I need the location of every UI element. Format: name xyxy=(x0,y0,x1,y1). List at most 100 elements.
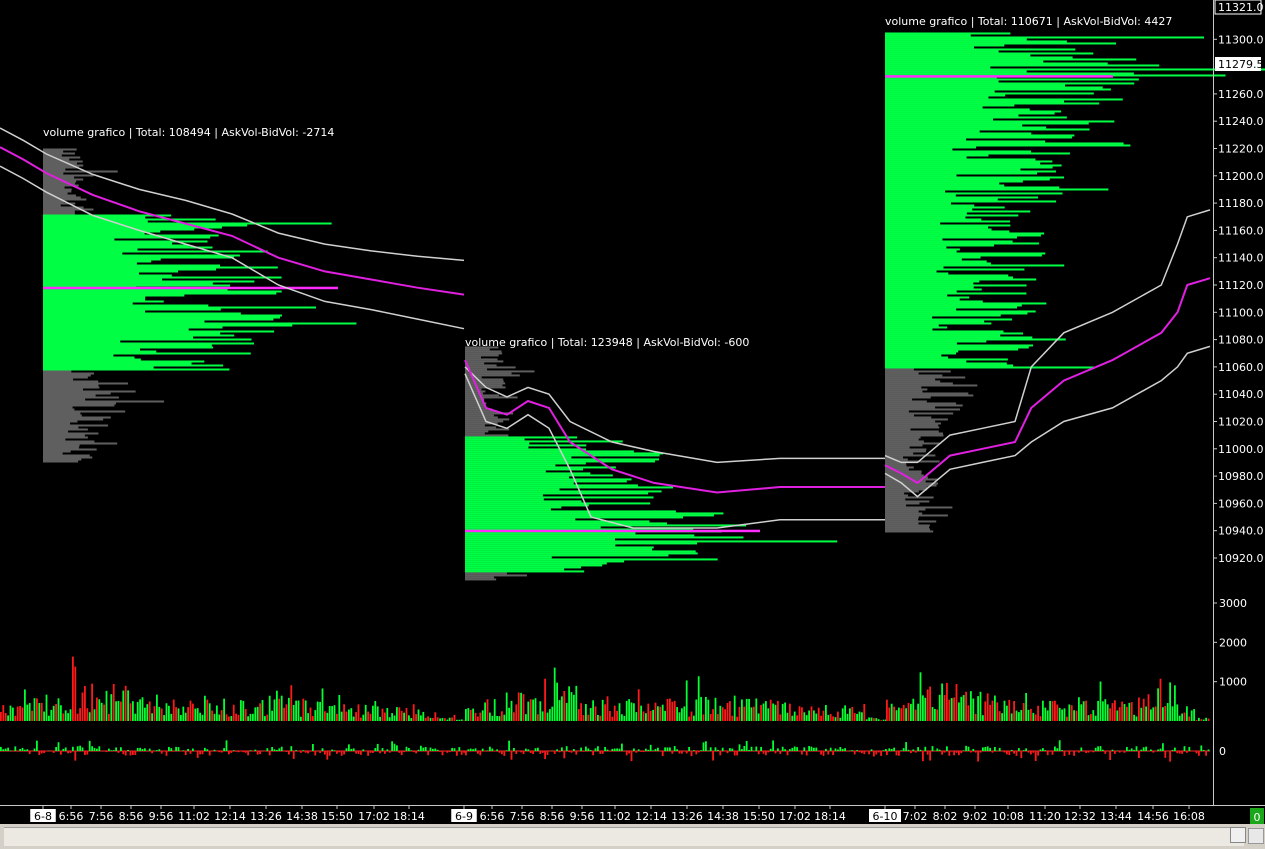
profile-row xyxy=(885,86,1103,89)
poc-line xyxy=(43,286,338,290)
time-tick-label: 6-9 xyxy=(455,810,473,823)
profile-row xyxy=(465,512,724,515)
profile-row xyxy=(43,434,85,437)
volume-bar xyxy=(931,706,934,721)
profile-row xyxy=(885,124,1023,127)
volume-bar xyxy=(1102,701,1104,721)
volume-bar xyxy=(613,705,616,721)
delta-bar xyxy=(748,750,750,751)
profile-row xyxy=(465,354,499,357)
delta-bar xyxy=(1082,751,1085,752)
delta-bar xyxy=(637,749,640,751)
delta-bar xyxy=(1056,748,1059,751)
delta-bar xyxy=(946,746,948,751)
profile-row xyxy=(885,178,1050,181)
volume-bar xyxy=(919,672,922,721)
delta-bar xyxy=(1018,748,1020,751)
profile-row xyxy=(43,424,108,427)
delta-bar xyxy=(300,751,302,753)
volume-bar xyxy=(621,714,623,721)
delta-bar xyxy=(781,746,784,751)
profile-row xyxy=(43,320,205,323)
profile-row xyxy=(885,342,957,345)
time-tick-label: 14:38 xyxy=(707,810,739,823)
profile-row xyxy=(43,278,163,281)
profile-row xyxy=(885,286,974,289)
delta-bar xyxy=(1015,751,1018,756)
delta-bar xyxy=(570,751,573,753)
profile-row xyxy=(43,236,211,239)
profile-row xyxy=(43,400,165,403)
delta-bar xyxy=(870,749,873,751)
market-profile-chart[interactable]: volume grafico | Total: 108494 | AskVol-… xyxy=(0,0,1265,824)
volume-bar xyxy=(412,704,415,721)
volume-bar xyxy=(654,702,657,721)
time-tick-label: 6-8 xyxy=(34,810,52,823)
profile-row xyxy=(43,318,274,321)
time-tick-label: 8:56 xyxy=(119,810,144,823)
profile-row xyxy=(885,140,1046,143)
time-tick-label: 18:14 xyxy=(393,810,425,823)
profile-row xyxy=(43,304,209,307)
profile-row xyxy=(885,132,1032,135)
profile-row xyxy=(43,266,278,269)
volume-bar xyxy=(163,715,165,721)
delta-bar xyxy=(613,748,616,751)
volume-bar xyxy=(153,706,156,721)
scrollbar-thumb[interactable] xyxy=(1230,827,1246,843)
profile-row xyxy=(885,304,1022,307)
profile-row xyxy=(885,120,1115,123)
volume-bar xyxy=(1099,681,1102,721)
volume-bar xyxy=(841,708,844,721)
volume-bar xyxy=(156,694,158,721)
delta-bar xyxy=(1051,751,1054,755)
delta-bar xyxy=(829,747,832,751)
delta-bar xyxy=(1181,751,1183,754)
volume-bar xyxy=(343,704,345,721)
volume-bar xyxy=(1075,710,1078,721)
delta-bar xyxy=(456,751,458,756)
profile-row xyxy=(885,356,949,359)
profile-row xyxy=(465,534,695,537)
volume-bar xyxy=(501,711,503,721)
delta-bar xyxy=(436,749,439,751)
profile-row xyxy=(885,344,1034,347)
profile-row xyxy=(465,488,560,491)
volume-bar xyxy=(1078,697,1080,721)
horizontal-scrollbar[interactable] xyxy=(0,824,1265,849)
profile-row xyxy=(885,470,922,473)
volume-bar xyxy=(436,717,439,721)
volume-bar xyxy=(458,719,461,721)
volume-bar xyxy=(539,701,542,721)
delta-bar xyxy=(201,751,204,755)
volume-bar xyxy=(7,715,9,721)
volume-bar xyxy=(1061,709,1063,721)
profile-row xyxy=(885,288,982,291)
volume-bar xyxy=(26,704,29,721)
volume-bar xyxy=(1066,716,1068,721)
delta-bar xyxy=(1157,749,1159,751)
price-tick-label: 10980.0 xyxy=(1218,470,1264,483)
price-tick-label: 11140.0 xyxy=(1218,252,1264,265)
volume-bar xyxy=(295,700,297,721)
profile-row xyxy=(465,570,585,573)
profile-row xyxy=(885,412,954,415)
delta-bar xyxy=(1171,749,1174,751)
volume-bar xyxy=(1015,710,1018,721)
profile-row xyxy=(43,448,97,451)
grid-icon[interactable] xyxy=(1248,828,1264,844)
profile-row xyxy=(465,432,485,435)
delta-bar xyxy=(1034,751,1037,761)
time-tick-label: 7:56 xyxy=(510,810,535,823)
delta-bar xyxy=(604,746,606,751)
volume-bar xyxy=(570,692,573,721)
volume-bar xyxy=(2,705,5,721)
profile-row xyxy=(43,414,82,417)
profile-row xyxy=(43,436,88,439)
volume-bar xyxy=(580,703,582,721)
scrollbar-track[interactable] xyxy=(4,827,1244,846)
profile-row xyxy=(885,142,1124,145)
delta-bar xyxy=(1087,751,1090,753)
profile-row xyxy=(885,366,1094,369)
delta-bar xyxy=(717,749,719,751)
